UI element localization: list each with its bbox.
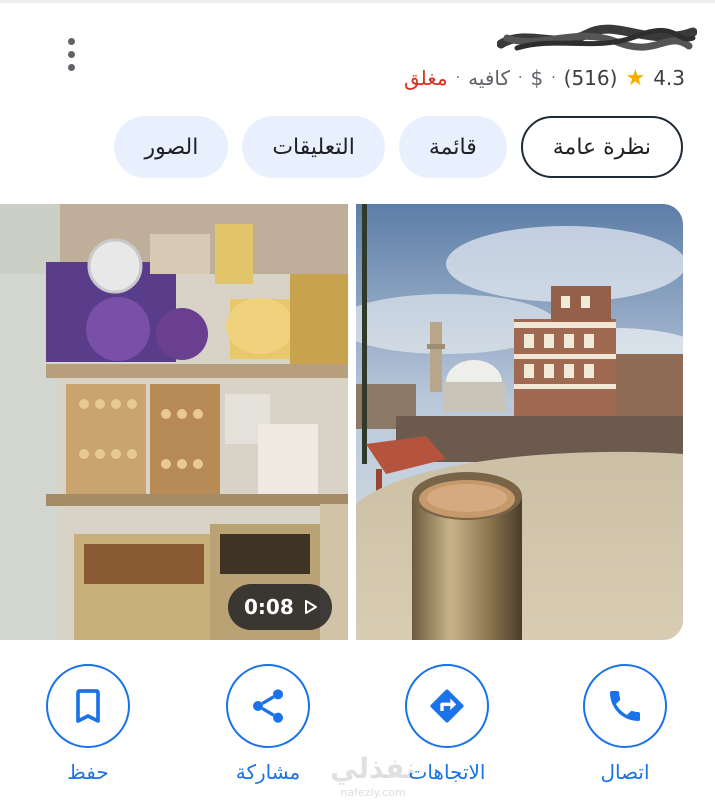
- tea-cup-photo[interactable]: [356, 204, 683, 640]
- price-level: $: [530, 66, 544, 90]
- separator: ·: [518, 70, 523, 86]
- directions-button-circle[interactable]: [405, 664, 489, 748]
- open-status: مغلق: [403, 66, 448, 90]
- call-button-circle[interactable]: [583, 664, 667, 748]
- directions-button[interactable]: الاتجاهات: [367, 664, 527, 784]
- redacted-place-name: [497, 24, 697, 51]
- tab-photos[interactable]: الصور: [114, 116, 229, 178]
- share-icon: [253, 689, 283, 723]
- play-icon: [304, 600, 317, 614]
- separator: ·: [551, 70, 556, 86]
- video-duration: 0:08: [244, 595, 294, 619]
- save-button[interactable]: حفظ: [8, 664, 168, 784]
- menu-dot: [67, 37, 75, 45]
- share-label: مشاركة: [235, 760, 301, 784]
- tab-reviews[interactable]: التعليقات: [242, 116, 385, 178]
- save-label: حفظ: [67, 760, 109, 784]
- rating-value: 4.3: [653, 66, 685, 90]
- shop-video-thumbnail[interactable]: 0:08: [0, 204, 348, 640]
- top-divider: [0, 0, 715, 3]
- star-icon: ★: [625, 65, 646, 91]
- video-duration-badge: 0:08: [228, 584, 332, 630]
- menu-dot: [67, 63, 75, 71]
- more-options-icon[interactable]: [58, 34, 84, 74]
- photo-carousel: 0:08: [0, 204, 715, 640]
- place-category[interactable]: كافيه: [468, 66, 510, 90]
- bookmark-icon: [76, 689, 100, 723]
- place-tabs: نظرة عامة قائمة التعليقات الصور: [114, 116, 683, 178]
- share-button[interactable]: مشاركة: [188, 664, 348, 784]
- directions-icon: [430, 689, 464, 723]
- separator: ·: [455, 70, 461, 86]
- menu-dot: [67, 50, 75, 58]
- tab-overview[interactable]: نظرة عامة: [520, 116, 683, 178]
- call-label: اتصال: [600, 760, 650, 784]
- save-button-circle[interactable]: [46, 664, 130, 748]
- call-button[interactable]: اتصال: [545, 664, 705, 784]
- directions-label: الاتجاهات: [408, 760, 486, 784]
- place-meta-row: 4.3 ★ (516) · $ · كافيه · مغلق: [404, 64, 685, 92]
- action-bar: اتصال الاتجاهات مشاركة حفظ: [0, 664, 715, 794]
- review-count[interactable]: (516): [564, 66, 618, 90]
- phone-icon: [610, 691, 640, 721]
- share-button-circle[interactable]: [226, 664, 310, 748]
- tab-menu[interactable]: قائمة: [398, 116, 507, 178]
